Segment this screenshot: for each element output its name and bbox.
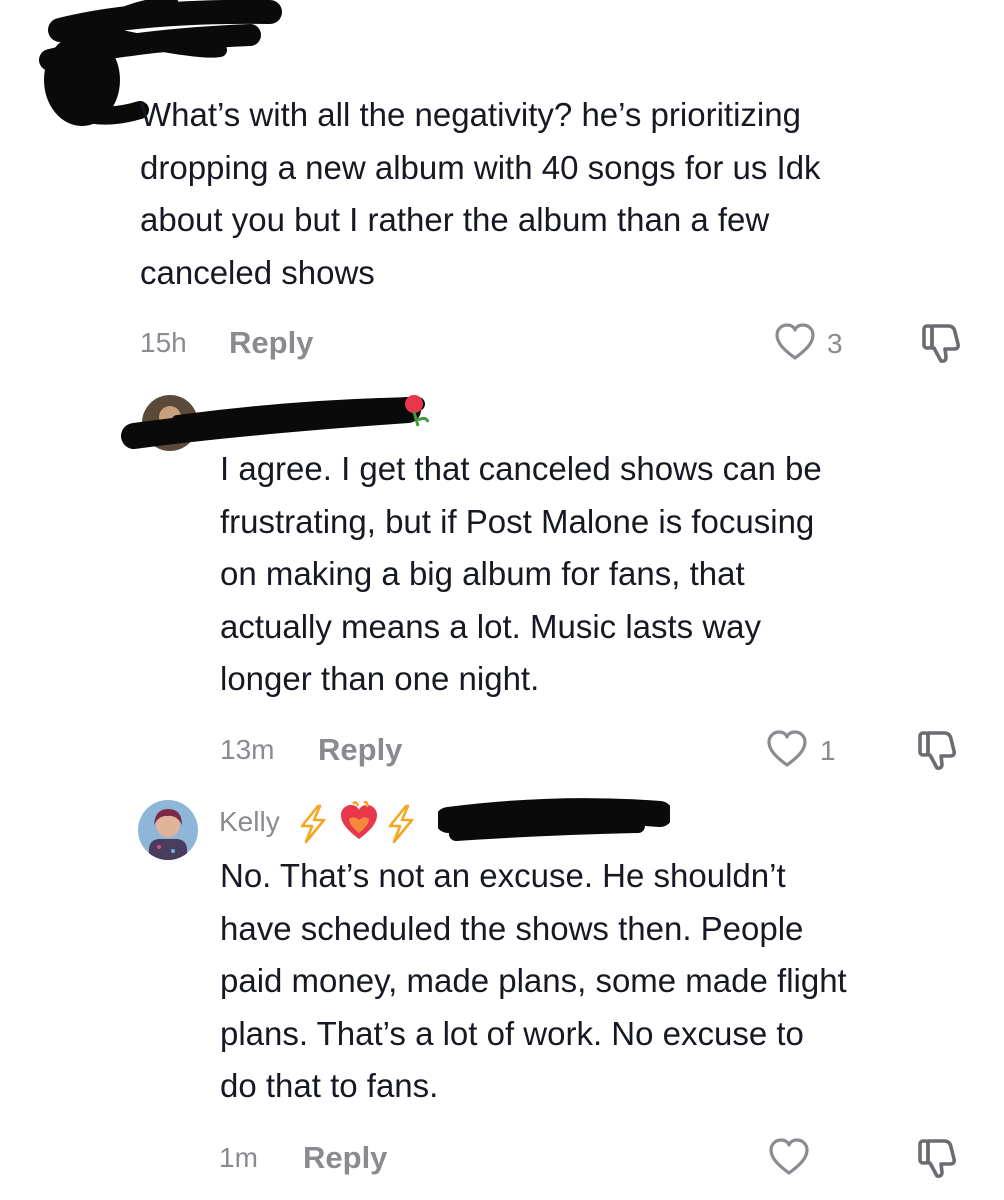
dislike-icon[interactable] [914,1135,960,1181]
avatar[interactable] [137,799,199,861]
reply-button[interactable]: Reply [229,325,313,361]
comment-text: I agree. I get that canceled shows can b… [220,450,822,697]
lightning-emoji-icon [388,804,414,844]
like-count: 1 [820,735,836,766]
comment-text: What’s with all the negativity? he’s pri… [140,96,821,291]
comment-timestamp: 13m [220,734,275,765]
heart-outline-icon[interactable] [774,322,816,362]
username[interactable]: Kelly [219,806,280,838]
heart-outline-icon[interactable] [766,729,808,769]
heart-outline-icon[interactable] [768,1137,810,1177]
like-count: 3 [827,328,843,359]
lightning-emoji-icon [300,804,326,844]
reply-button[interactable]: Reply [303,1140,387,1176]
rose-emoji-icon [405,395,430,427]
comment-timestamp: 15h [140,327,187,358]
dislike-icon[interactable] [914,727,960,773]
reply-button[interactable]: Reply [318,732,402,768]
heart-on-fire-emoji-icon [341,800,377,839]
comment-timestamp: 1m [219,1142,258,1173]
dislike-icon[interactable] [918,320,964,366]
redaction-scribble-3 [438,798,670,841]
comment-text: No. That’s not an excuse. He shouldn’t h… [220,857,847,1104]
